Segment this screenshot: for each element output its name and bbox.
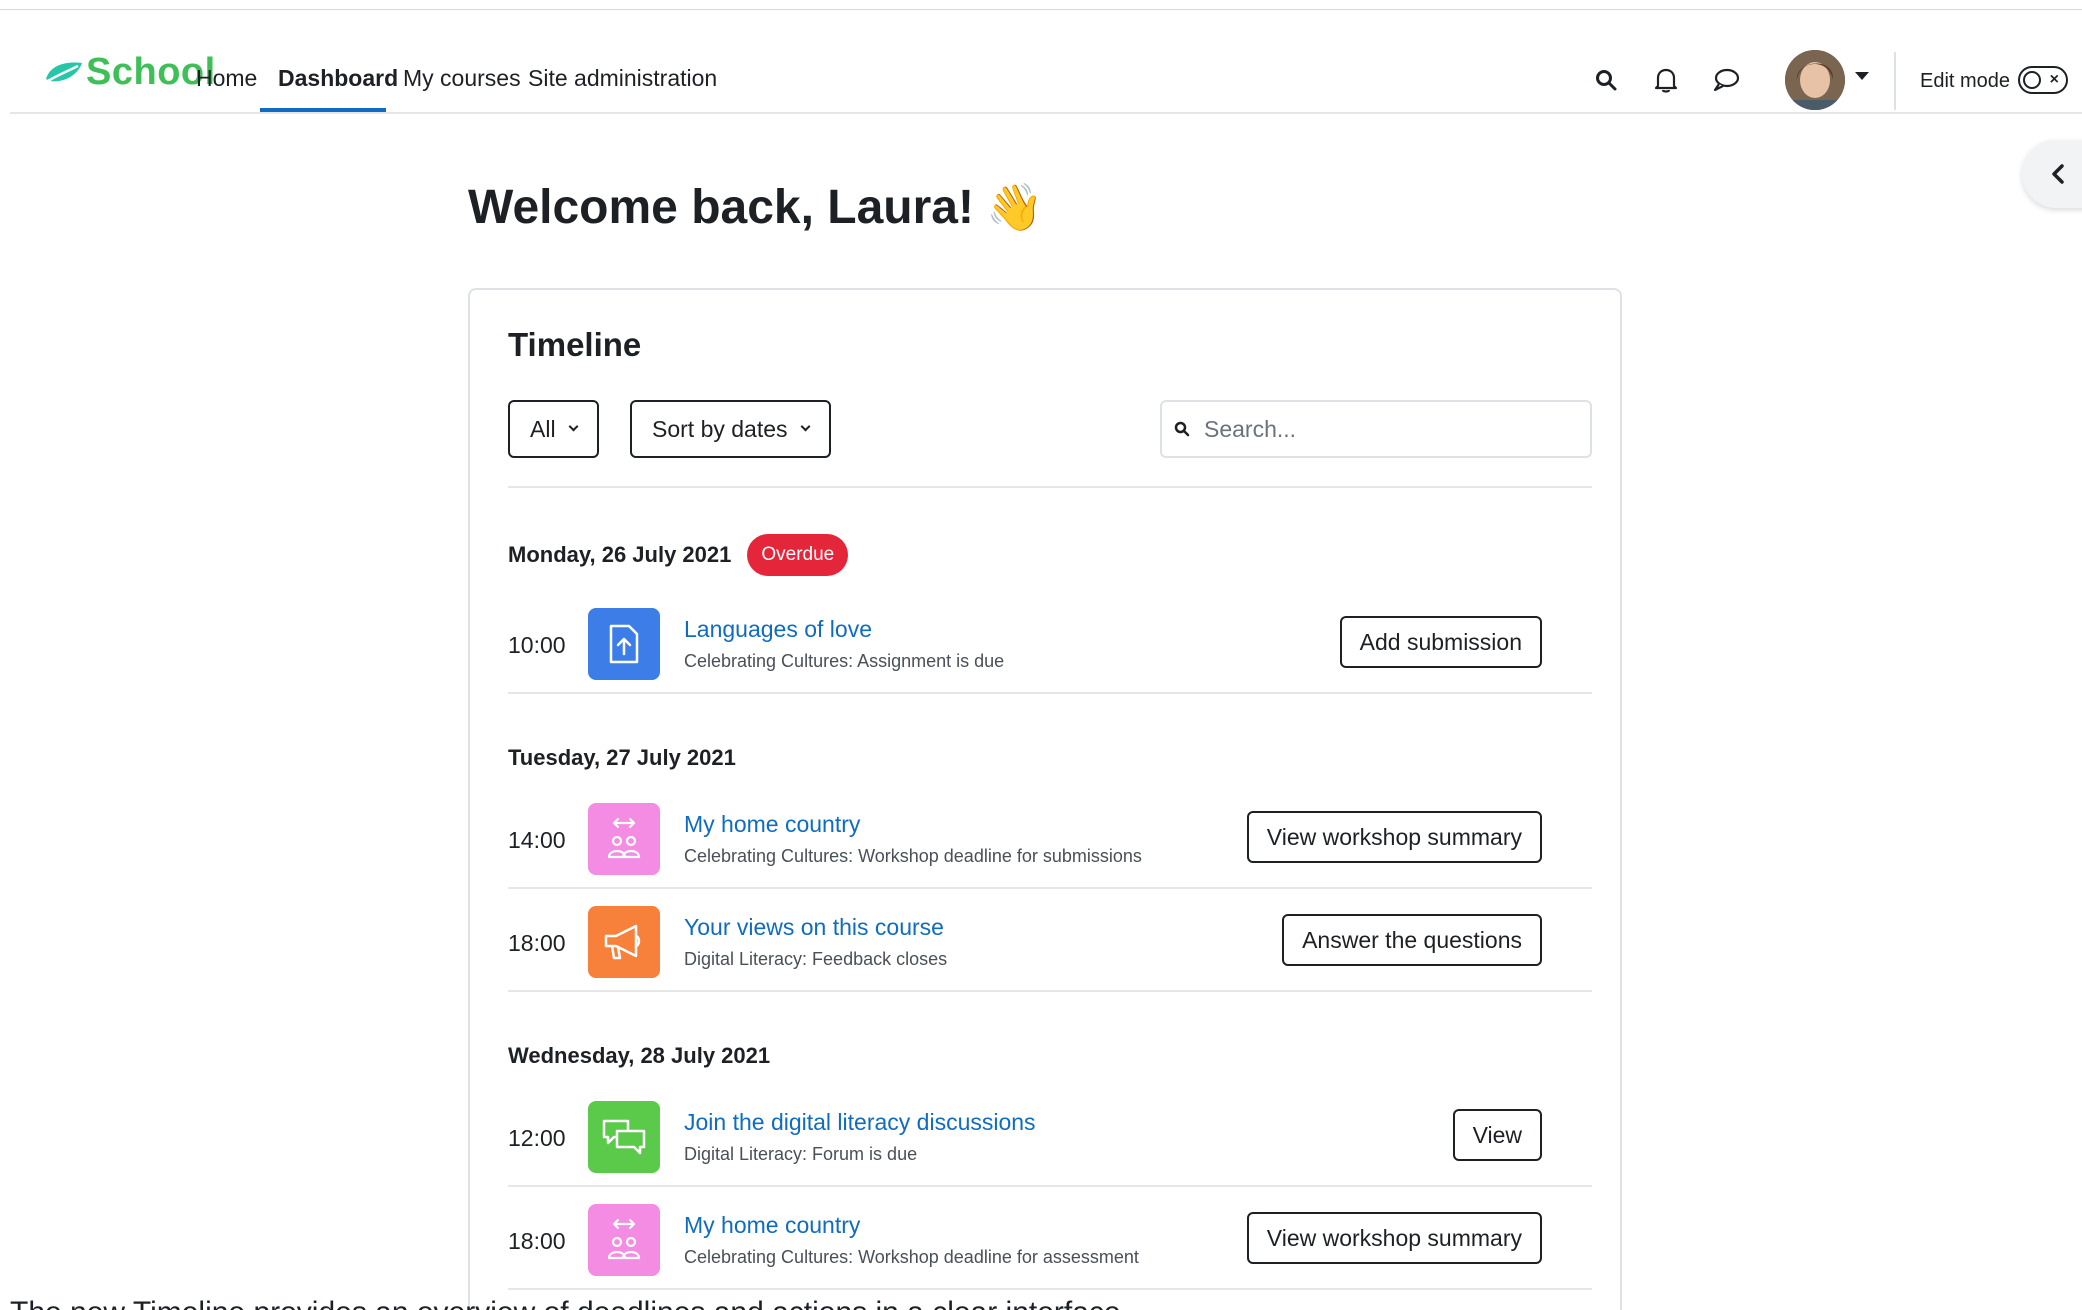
answer-the-questions-button[interactable]: Answer the questions — [1282, 914, 1542, 966]
browser-top-border — [0, 0, 2082, 10]
edit-mode-label: Edit mode — [1920, 70, 2011, 92]
edit-mode-toggle[interactable]: × — [2018, 66, 2068, 94]
nav-dashboard[interactable]: Dashboard — [278, 65, 398, 92]
workshop-icon — [588, 1204, 660, 1276]
divider — [508, 990, 1592, 992]
waving-hand-icon: 👋 — [985, 181, 1044, 233]
nav-site-administration[interactable]: Site administration — [528, 65, 717, 92]
page-title: Welcome back, Laura! 👋 — [468, 180, 1043, 235]
workshop-icon — [588, 803, 660, 875]
chevron-left-icon — [2052, 164, 2064, 184]
sort-label: Sort by dates — [652, 415, 788, 442]
event-time: 14:00 — [508, 827, 566, 853]
event-title-link[interactable]: My home country — [684, 1212, 860, 1239]
timeline-search-box — [1160, 400, 1592, 458]
divider — [508, 692, 1592, 694]
chevron-down-icon — [568, 421, 579, 432]
active-tab-indicator — [260, 108, 386, 112]
assignment-upload-icon — [588, 608, 660, 680]
view-button[interactable]: View — [1452, 1109, 1542, 1161]
date-heading: Tuesday, 27 July 2021 — [508, 745, 736, 771]
event-subtitle: Digital Literacy: Forum is due — [684, 1144, 918, 1164]
date-label: Wednesday, 28 July 2021 — [508, 1043, 771, 1068]
filter-dropdown[interactable]: All — [508, 400, 599, 458]
timeline-title: Timeline — [508, 326, 642, 363]
event-time: 12:00 — [508, 1125, 566, 1151]
navbar: School Home Dashboard My courses Site ad… — [10, 10, 2082, 114]
nav-home[interactable]: Home — [196, 65, 257, 92]
view-workshop-summary-button[interactable]: View workshop summary — [1246, 811, 1542, 863]
timeline-search-input[interactable] — [1204, 415, 1564, 443]
divider — [508, 887, 1592, 889]
site-logo[interactable]: School — [44, 50, 216, 94]
messages-icon[interactable] — [1710, 64, 1742, 96]
sort-dropdown[interactable]: Sort by dates — [630, 400, 831, 458]
toggle-off-icon: × — [2049, 71, 2059, 88]
event-subtitle: Digital Literacy: Feedback closes — [684, 949, 948, 969]
event-title-link[interactable]: My home country — [684, 811, 860, 838]
chevron-down-icon — [800, 421, 810, 432]
event-time: 10:00 — [508, 632, 566, 658]
event-time: 18:00 — [508, 1228, 566, 1254]
toggle-knob — [2023, 71, 2041, 89]
search-icon[interactable] — [1590, 64, 1622, 96]
event-title-link[interactable]: Your views on this course — [684, 914, 944, 941]
date-heading: Monday, 26 July 2021 Overdue — [508, 534, 849, 576]
nav-my-courses[interactable]: My courses — [403, 65, 521, 92]
megaphone-icon — [588, 906, 660, 978]
navbar-divider — [1894, 52, 1896, 110]
add-submission-button[interactable]: Add submission — [1339, 616, 1542, 668]
user-avatar[interactable] — [1785, 50, 1845, 110]
divider — [508, 1288, 1592, 1290]
forum-icon — [588, 1101, 660, 1173]
leaf-logo-icon — [46, 62, 82, 83]
event-subtitle: Celebrating Cultures: Assignment is due — [684, 651, 1005, 671]
event-title-link[interactable]: Languages of love — [684, 616, 872, 643]
notification-bell-icon[interactable] — [1650, 64, 1682, 96]
event-subtitle: Celebrating Cultures: Workshop deadline … — [684, 1247, 1139, 1267]
event-subtitle: Celebrating Cultures: Workshop deadline … — [684, 846, 1142, 866]
date-label: Tuesday, 27 July 2021 — [508, 745, 736, 770]
welcome-text: Welcome back, Laura! — [468, 181, 974, 234]
filter-label: All — [530, 415, 556, 442]
date-label: Monday, 26 July 2021 — [508, 542, 732, 567]
overdue-badge: Overdue — [747, 534, 849, 576]
timeline-block: Timeline All Sort by dates Monday, 26 Ju… — [468, 288, 1622, 1310]
event-title-link[interactable]: Join the digital literacy discussions — [684, 1109, 1036, 1136]
user-menu-caret-icon[interactable] — [1855, 72, 1869, 80]
open-drawer-button[interactable] — [2022, 140, 2082, 208]
divider — [508, 486, 1592, 488]
date-heading: Wednesday, 28 July 2021 — [508, 1043, 770, 1069]
view-workshop-summary-button[interactable]: View workshop summary — [1246, 1212, 1542, 1264]
figure-caption: The new Timeline provides an overview of… — [10, 1296, 1129, 1310]
event-time: 18:00 — [508, 930, 566, 956]
divider — [508, 1185, 1592, 1187]
search-icon — [1174, 421, 1190, 437]
